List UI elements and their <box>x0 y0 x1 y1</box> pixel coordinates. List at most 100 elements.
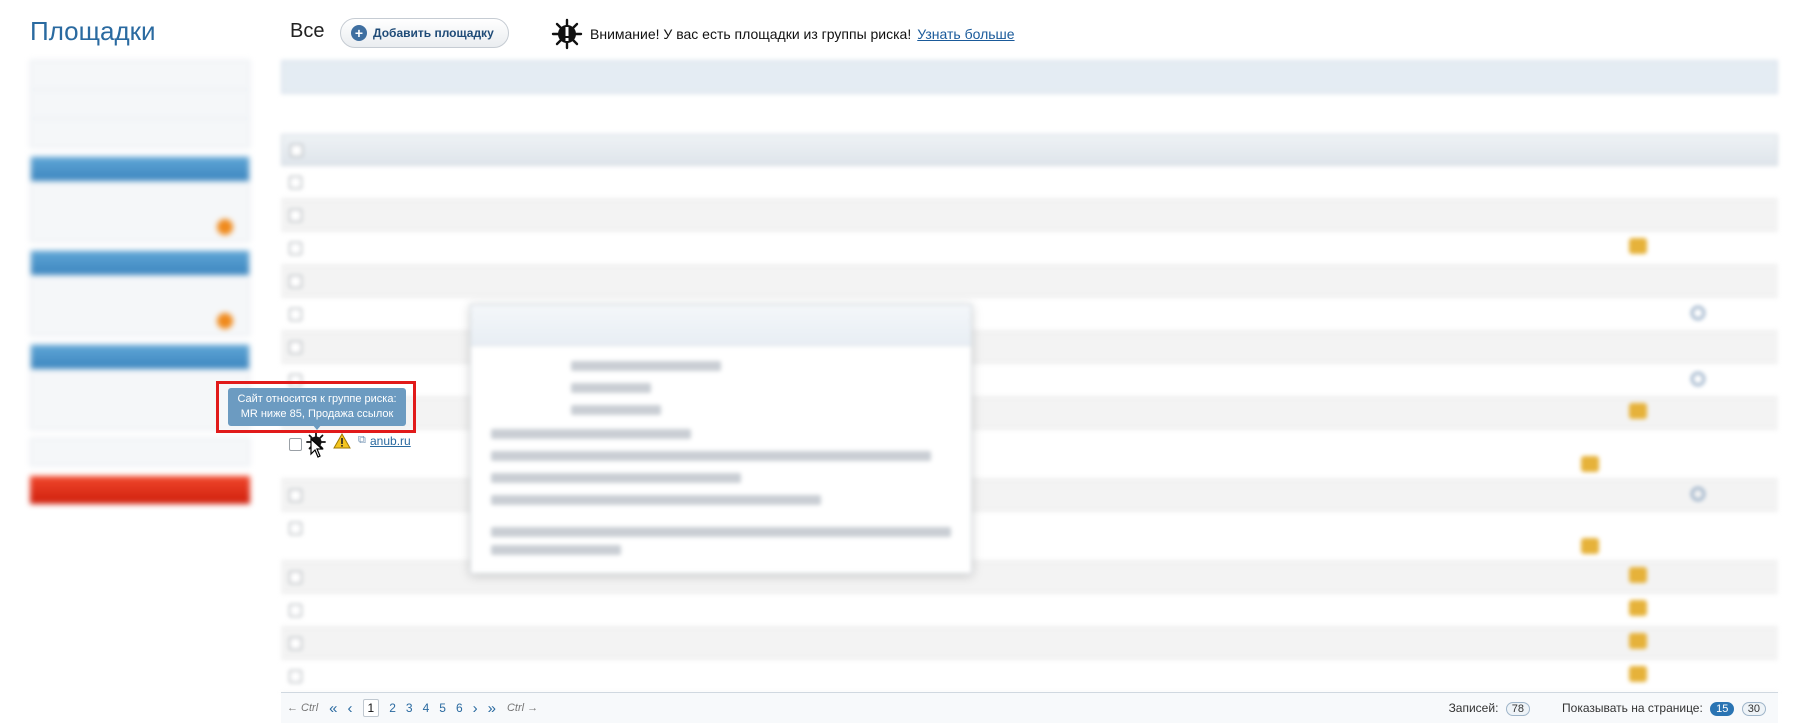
tooltip-line-1: Сайт относится к группе риска: <box>237 393 397 405</box>
tooltip-line-2: MR ниже 85, Продажа ссылок <box>240 408 394 420</box>
popup-line <box>491 495 821 505</box>
page-4[interactable]: 4 <box>423 701 430 715</box>
per-page-selector: Показывать на странице: 15 30 <box>1562 701 1766 716</box>
edit-icon[interactable] <box>1629 633 1647 649</box>
sidebar-group <box>30 250 250 336</box>
site-link[interactable]: anub.ru <box>370 434 411 448</box>
sidebar-group-main <box>30 60 250 148</box>
edit-icon[interactable] <box>1629 600 1647 616</box>
plus-icon: + <box>351 25 367 41</box>
sidebar-item[interactable] <box>31 90 249 119</box>
row-checkbox[interactable] <box>289 670 302 683</box>
table-row[interactable] <box>281 232 1778 265</box>
popup-line <box>571 405 661 415</box>
table-row[interactable] <box>281 627 1778 660</box>
edit-icon[interactable] <box>1581 456 1599 472</box>
table-row[interactable] <box>281 166 1778 199</box>
page-2[interactable]: 2 <box>389 701 396 715</box>
row-checkbox[interactable] <box>289 242 302 255</box>
row-checkbox[interactable] <box>289 308 302 321</box>
pagination-bar: ← Ctrl « ‹ 1 2 3 4 5 6 › » Ctrl → Записе… <box>281 692 1778 723</box>
table-row[interactable] <box>281 199 1778 232</box>
edit-icon[interactable] <box>1629 666 1647 682</box>
row-checkbox[interactable] <box>289 489 302 502</box>
first-page-button[interactable]: « <box>329 700 337 717</box>
count-badge <box>217 219 233 235</box>
popup-header <box>471 305 971 346</box>
sidebar-sub-item[interactable] <box>31 275 249 305</box>
row-checkbox[interactable] <box>289 522 302 535</box>
popup-line <box>491 429 691 439</box>
row-checkbox[interactable] <box>289 637 302 650</box>
per-page-label: Показывать на странице: <box>1562 700 1703 715</box>
page-5[interactable]: 5 <box>439 701 446 715</box>
add-site-label: Добавить площадку <box>373 26 494 40</box>
search-icon[interactable] <box>1691 306 1705 320</box>
per-page-option-30[interactable]: 30 <box>1741 701 1766 716</box>
sidebar-sub-item[interactable] <box>31 181 249 211</box>
search-icon[interactable] <box>1691 372 1705 386</box>
table-row[interactable] <box>281 265 1778 298</box>
sidebar-nav[interactable] <box>30 60 250 504</box>
popup-line <box>571 361 721 371</box>
selection-notice <box>281 60 1778 94</box>
page-1[interactable]: 1 <box>362 699 380 717</box>
tooltip-arrow <box>312 424 322 430</box>
popup-line <box>491 527 951 537</box>
prev-page-button[interactable]: ‹ <box>348 700 353 717</box>
sidebar-group <box>30 156 250 242</box>
page-title: Площадки <box>30 16 156 46</box>
popup-line <box>491 545 621 555</box>
count-badge <box>217 313 233 329</box>
risk-warning: Внимание! У вас есть площадки из группы … <box>550 17 1015 51</box>
records-info: Записей: 78 <box>1449 701 1530 716</box>
warning-text: Внимание! У вас есть площадки из группы … <box>590 26 912 42</box>
row-checkbox[interactable] <box>289 209 302 222</box>
table-header <box>281 134 1778 166</box>
learn-more-link[interactable]: Узнать больше <box>917 26 1014 42</box>
prev-hint: ← Ctrl <box>287 702 319 714</box>
sidebar-sub-item[interactable] <box>31 305 249 335</box>
external-link-icon: ⧉ <box>358 434 366 446</box>
popup-line <box>571 383 651 393</box>
sidebar-sub-item[interactable] <box>31 211 249 241</box>
table-row[interactable] <box>281 594 1778 627</box>
table-row[interactable] <box>281 660 1778 693</box>
sidebar-action-button[interactable] <box>30 476 250 504</box>
sidebar-item[interactable] <box>31 61 249 90</box>
cursor-icon <box>310 438 324 458</box>
sidebar-item[interactable] <box>31 119 249 147</box>
records-label: Записей: <box>1448 700 1499 715</box>
per-page-option-15[interactable]: 15 <box>1710 701 1735 716</box>
table-settings-link[interactable] <box>281 108 345 120</box>
edit-icon[interactable] <box>1629 238 1647 254</box>
next-page-button[interactable]: › <box>473 700 478 717</box>
sidebar-link[interactable] <box>30 438 250 466</box>
row-checkbox[interactable] <box>289 341 302 354</box>
risk-tooltip: Сайт относится к группе риска: MR ниже 8… <box>228 388 406 426</box>
next-hint: Ctrl → <box>506 702 539 714</box>
site-info-popup <box>470 304 972 574</box>
row-checkbox[interactable] <box>289 571 302 584</box>
select-all-checkbox[interactable] <box>290 144 303 157</box>
add-site-button[interactable]: + Добавить площадку <box>340 18 509 48</box>
sidebar-group-header[interactable] <box>31 157 249 181</box>
refresh-link[interactable] <box>369 108 400 120</box>
search-icon[interactable] <box>1691 487 1705 501</box>
edit-icon[interactable] <box>1629 567 1647 583</box>
filter-title: Все <box>290 20 325 42</box>
popup-line <box>491 473 741 483</box>
sidebar-group-header[interactable] <box>31 345 249 369</box>
sidebar-group-header[interactable] <box>31 251 249 275</box>
row-checkbox[interactable] <box>289 438 302 451</box>
records-count: 78 <box>1505 701 1530 716</box>
row-checkbox[interactable] <box>289 604 302 617</box>
edit-icon[interactable] <box>1581 538 1599 554</box>
row-checkbox[interactable] <box>289 176 302 189</box>
virus-icon <box>551 18 583 50</box>
last-page-button[interactable]: » <box>488 700 496 717</box>
edit-icon[interactable] <box>1629 403 1647 419</box>
row-checkbox[interactable] <box>289 275 302 288</box>
page-6[interactable]: 6 <box>456 701 463 715</box>
page-3[interactable]: 3 <box>406 701 413 715</box>
